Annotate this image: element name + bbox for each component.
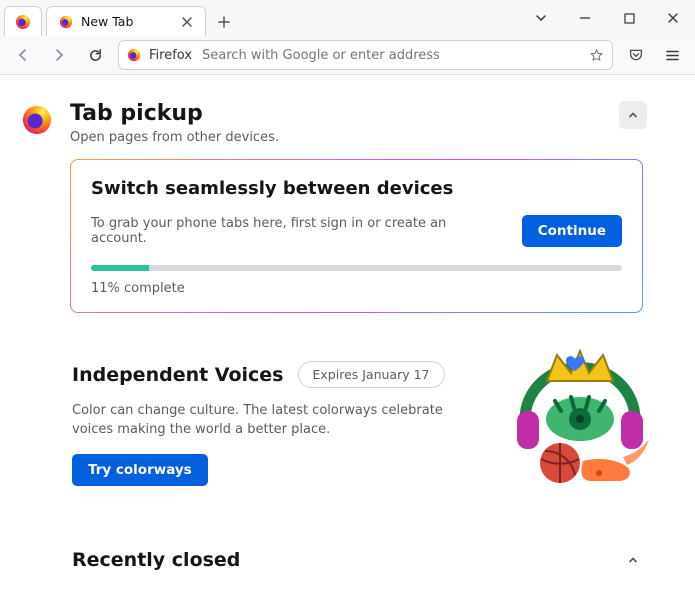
- window-close-button[interactable]: [651, 2, 695, 34]
- nav-toolbar: Firefox: [0, 36, 695, 74]
- back-button[interactable]: [10, 42, 36, 68]
- pinned-tab[interactable]: [4, 6, 42, 36]
- tab-title: New Tab: [81, 14, 133, 29]
- recently-closed-section: Recently closed: [0, 486, 695, 584]
- collapse-tab-pickup-button[interactable]: [619, 101, 647, 129]
- card-body: To grab your phone tabs here, first sign…: [91, 216, 506, 246]
- voices-title: Independent Voices: [72, 364, 284, 386]
- tab-pickup-subtitle: Open pages from other devices.: [70, 130, 279, 145]
- address-input[interactable]: [200, 47, 581, 64]
- colorways-artwork: [505, 341, 655, 491]
- address-bar[interactable]: Firefox: [118, 40, 613, 70]
- firefox-icon: [59, 15, 73, 29]
- firefox-icon: [127, 48, 141, 62]
- reload-button[interactable]: [82, 42, 108, 68]
- firefox-logo: [22, 105, 52, 135]
- forward-button[interactable]: [46, 42, 72, 68]
- close-tab-icon[interactable]: [181, 16, 193, 28]
- tab-strip: New Tab: [0, 0, 695, 36]
- new-tab-button[interactable]: [210, 8, 238, 36]
- continue-button[interactable]: Continue: [522, 215, 622, 247]
- firefox-icon: [15, 14, 31, 30]
- collapse-recently-closed-button[interactable]: [619, 546, 647, 574]
- active-tab[interactable]: New Tab: [46, 6, 206, 36]
- independent-voices-section: Independent Voices Expires January 17 Co…: [0, 321, 695, 486]
- tabs-dropdown-button[interactable]: [519, 2, 563, 34]
- voices-body: Color can change culture. The latest col…: [72, 402, 472, 440]
- setup-progress-fill: [91, 265, 149, 271]
- bookmark-star-icon[interactable]: [589, 48, 604, 63]
- window-maximize-button[interactable]: [607, 2, 651, 34]
- window-minimize-button[interactable]: [563, 2, 607, 34]
- tab-pickup-title: Tab pickup: [70, 101, 279, 126]
- save-to-pocket-button[interactable]: [623, 42, 649, 68]
- tab-pickup-card: Switch seamlessly between devices To gra…: [70, 159, 643, 313]
- voices-expiry-pill: Expires January 17: [298, 361, 445, 388]
- address-context-label: Firefox: [149, 48, 192, 63]
- try-colorways-button[interactable]: Try colorways: [72, 454, 208, 486]
- new-tab-page: Tab pickup Open pages from other devices…: [0, 75, 695, 593]
- card-title: Switch seamlessly between devices: [91, 178, 622, 199]
- app-menu-button[interactable]: [659, 42, 685, 68]
- setup-progress-label: 11% complete: [91, 281, 622, 296]
- setup-progress-bar: [91, 265, 622, 271]
- recently-closed-title: Recently closed: [72, 549, 240, 571]
